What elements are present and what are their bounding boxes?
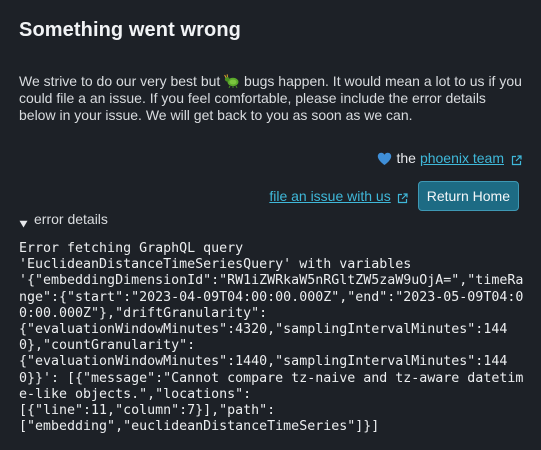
triangle-down-icon: [19, 215, 28, 228]
error-details-text: Error fetching GraphQL query 'EuclideanD…: [19, 241, 524, 435]
file-issue-link-wrapper: file an issue with us: [269, 188, 408, 204]
page-title: Something went wrong: [19, 19, 241, 41]
team-prefix: the: [396, 150, 416, 166]
message-text-before: We strive to do our very best but: [19, 73, 225, 89]
error-details-label: error details: [34, 211, 108, 227]
file-issue-link[interactable]: file an issue with us: [269, 188, 390, 204]
phoenix-team-link[interactable]: phoenix team: [420, 150, 504, 167]
error-page: Something went wrong We strive to do our…: [0, 0, 541, 450]
bug-icon: [224, 74, 240, 89]
external-link-icon: [397, 191, 408, 203]
external-link-icon: [511, 153, 522, 166]
error-message: We strive to do our very best but bugs h…: [19, 73, 522, 124]
blue-heart-icon: [377, 152, 392, 166]
return-home-button[interactable]: Return Home: [417, 181, 519, 211]
action-bar: file an issue with us Return Home: [269, 181, 519, 211]
error-details-toggle[interactable]: error details: [19, 211, 108, 228]
team-credit: the phoenix team: [377, 150, 522, 167]
